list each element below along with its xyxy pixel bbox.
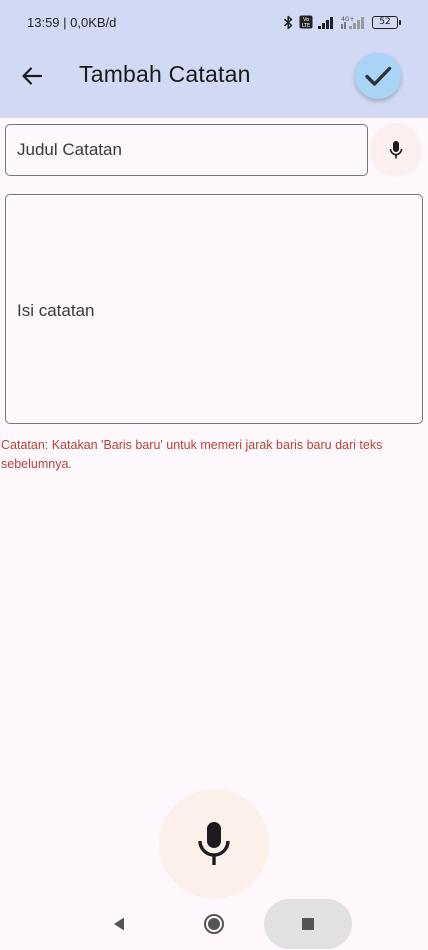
note-content-input[interactable]: Isi catatan	[5, 194, 423, 424]
status-bar: 13:59 | 0,0KB/d Vo LTE 4G+ 52	[0, 0, 428, 46]
check-icon	[365, 66, 392, 86]
save-button[interactable]	[355, 53, 401, 99]
hint-text: Catatan: Katakan 'Baris baru' untuk meme…	[1, 438, 383, 471]
signal-4g-icon: 4G+	[341, 16, 364, 29]
microphone-icon	[389, 141, 403, 159]
app-bar: Tambah Catatan	[0, 46, 428, 106]
back-button[interactable]	[10, 54, 54, 98]
nav-back-button[interactable]	[105, 910, 133, 938]
title-mic-button[interactable]	[370, 123, 422, 177]
arrow-left-icon	[22, 67, 43, 85]
square-recents-icon	[302, 918, 314, 930]
volte-icon: Vo LTE	[299, 15, 313, 29]
battery-icon: 52	[372, 15, 401, 29]
voice-input-button[interactable]	[159, 789, 269, 899]
app-header: 13:59 | 0,0KB/d Vo LTE 4G+ 52 Tambah Cat…	[0, 0, 428, 118]
bluetooth-icon	[283, 15, 293, 29]
status-icons: Vo LTE 4G+ 52	[283, 14, 401, 30]
nav-recents-button[interactable]	[264, 899, 352, 949]
content-placeholder: Isi catatan	[17, 301, 95, 320]
signal-strength-icon	[318, 17, 333, 29]
page-title: Tambah Catatan	[79, 61, 251, 87]
svg-text:LTE: LTE	[302, 23, 310, 29]
note-title-input[interactable]	[5, 124, 368, 176]
nav-home-button[interactable]	[200, 910, 228, 938]
microphone-icon	[198, 822, 230, 865]
svg-text:4G+: 4G+	[341, 16, 355, 23]
system-nav-bar	[0, 898, 428, 950]
triangle-back-icon	[114, 917, 124, 931]
status-time: 13:59 | 0,0KB/d	[27, 15, 117, 30]
circle-home-icon	[204, 914, 224, 934]
